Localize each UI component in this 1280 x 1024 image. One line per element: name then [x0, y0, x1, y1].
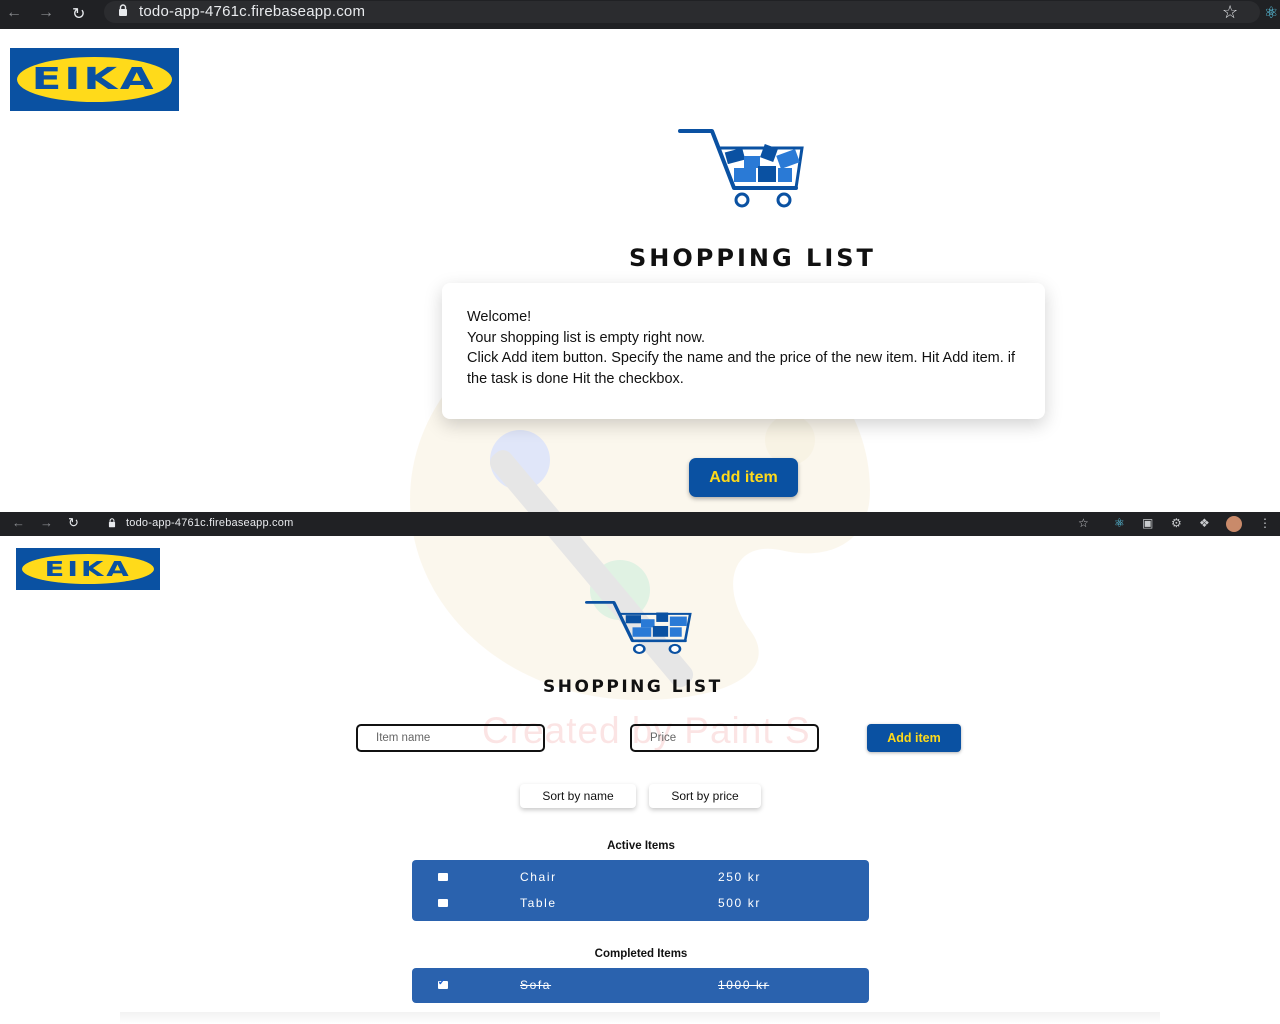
add-item-button[interactable]: Add item: [689, 458, 798, 497]
react-devtools-icon[interactable]: ⚛: [1264, 3, 1278, 23]
welcome-status: Your shopping list is empty right now.: [467, 329, 706, 346]
item-price: 250 kr: [718, 870, 761, 884]
item-price: 500 kr: [718, 896, 761, 910]
item-name-input[interactable]: [356, 724, 545, 752]
lock-icon: [119, 4, 127, 16]
back-icon[interactable]: ←: [6, 4, 22, 22]
extension-image-icon[interactable]: ▣: [1142, 516, 1153, 530]
item-checkbox[interactable]: [438, 899, 448, 907]
page-title: SHOPPING LIST: [629, 244, 876, 272]
lock-icon: [108, 518, 116, 528]
welcome-heading: Welcome!: [467, 309, 532, 325]
price-input[interactable]: [630, 724, 819, 752]
item-checkbox-checked[interactable]: [438, 977, 448, 989]
menu-icon[interactable]: ⋮: [1259, 516, 1271, 530]
logo-text: EIKA: [44, 557, 132, 581]
bookmark-star-icon[interactable]: ☆: [1078, 516, 1089, 530]
list-item: Table 500 kr: [412, 893, 869, 915]
eika-logo: EIKA: [16, 548, 160, 590]
item-name: Table: [520, 896, 557, 910]
eika-logo: EIKA: [10, 48, 179, 111]
url-text[interactable]: todo-app-4761c.firebaseapp.com: [139, 3, 365, 20]
extension-gear-icon[interactable]: ⚙: [1171, 516, 1182, 530]
puzzle-icon[interactable]: ❖: [1199, 516, 1210, 530]
shopping-cart-icon: [678, 129, 804, 208]
welcome-card: Welcome! Your shopping list is empty rig…: [442, 283, 1045, 419]
bottom-divider: [120, 1012, 1160, 1024]
forward-icon[interactable]: →: [40, 515, 53, 530]
list-item: Chair 250 kr: [412, 867, 869, 889]
page-title: SHOPPING LIST: [543, 677, 723, 697]
forward-icon[interactable]: →: [38, 4, 54, 22]
shopping-cart-icon: [585, 601, 692, 654]
item-name: Sofa: [520, 978, 552, 992]
browser-toolbar-2: ← → ↻ todo-app-4761c.firebaseapp.com ☆ ⚛…: [0, 512, 1280, 536]
back-icon[interactable]: ←: [12, 515, 25, 530]
active-items-heading: Active Items: [607, 840, 675, 852]
reload-icon[interactable]: ↻: [72, 4, 85, 24]
welcome-instructions: Click Add item button. Specify the name …: [467, 350, 1016, 387]
active-items-list: Chair 250 kr Table 500 kr: [412, 860, 869, 921]
url-text[interactable]: todo-app-4761c.firebaseapp.com: [126, 517, 293, 529]
item-name: Chair: [520, 870, 557, 884]
completed-items-list: Sofa 1000 kr: [412, 968, 869, 1003]
bookmark-star-icon[interactable]: ☆: [1222, 2, 1238, 23]
list-item: Sofa 1000 kr: [412, 975, 869, 997]
completed-items-heading: Completed Items: [594, 948, 688, 960]
logo-text: EIKA: [32, 62, 157, 97]
item-price: 1000 kr: [718, 978, 770, 992]
add-item-button[interactable]: Add item: [867, 724, 961, 752]
sort-by-price-button[interactable]: Sort by price: [649, 784, 761, 808]
react-devtools-icon[interactable]: ⚛: [1114, 516, 1125, 530]
item-checkbox[interactable]: [438, 873, 448, 881]
browser-toolbar: ← → ↻ todo-app-4761c.firebaseapp.com ☆ ⚛: [0, 0, 1280, 29]
reload-icon[interactable]: ↻: [68, 515, 79, 531]
profile-avatar[interactable]: [1226, 516, 1242, 532]
sort-by-name-button[interactable]: Sort by name: [520, 784, 636, 808]
